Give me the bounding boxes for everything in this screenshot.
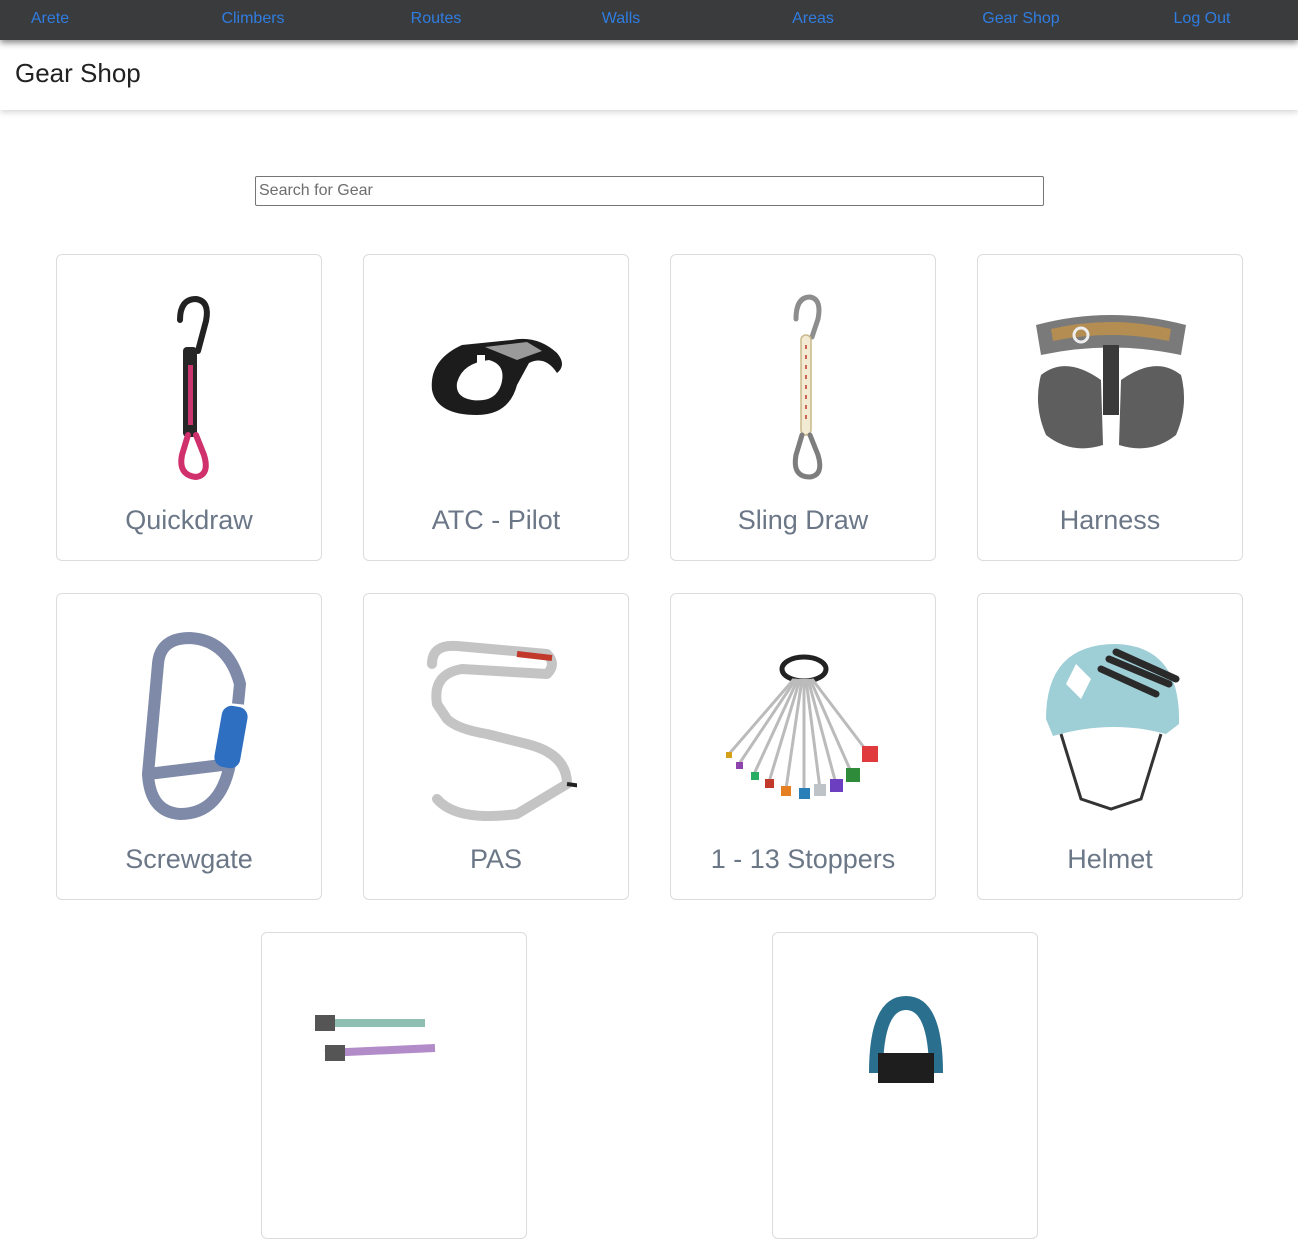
gear-card-harness[interactable]: Harness — [977, 254, 1243, 561]
belay-device-icon — [431, 338, 562, 415]
cams-icon — [315, 1015, 436, 1061]
search-input[interactable] — [255, 176, 1044, 206]
helmet-icon — [1046, 644, 1180, 811]
page-title: Gear Shop — [15, 58, 141, 88]
pas-icon — [427, 640, 577, 822]
gear-card-title: ATC - Pilot — [431, 505, 561, 535]
nav-link-areas[interactable]: Areas — [792, 10, 834, 28]
gear-card-helmet[interactable]: Helmet — [977, 593, 1243, 900]
quickdraw-icon — [177, 295, 210, 481]
nav-link-routes[interactable]: Routes — [411, 10, 462, 28]
nav-link-walls[interactable]: Walls — [602, 10, 641, 28]
sling-draw-icon — [792, 294, 823, 480]
gear-card-title: Sling Draw — [737, 505, 869, 535]
gear-card-title: Harness — [1059, 505, 1161, 535]
gear-card-sling-draw[interactable]: Sling Draw — [670, 254, 936, 561]
gear-card-title: 1 - 13 Stoppers — [710, 844, 896, 874]
nav-link-arete[interactable]: Arete — [31, 10, 69, 28]
gear-card-title: Quickdraw — [125, 505, 253, 535]
harness-icon — [1036, 315, 1186, 449]
nav-link-gear-shop[interactable]: Gear Shop — [982, 10, 1059, 28]
gear-card-title: PAS — [469, 844, 523, 874]
gear-card-title: Screwgate — [125, 844, 253, 874]
gear-card-quickdraw[interactable]: Quickdraw — [56, 254, 322, 561]
nav-link-log-out[interactable]: Log Out — [1174, 10, 1231, 28]
gear-card-rope[interactable] — [772, 932, 1038, 1239]
rope-icon — [869, 995, 943, 1083]
page-header: Gear Shop — [0, 40, 1298, 110]
gear-card-pas[interactable]: PAS — [363, 593, 629, 900]
stoppers-icon — [726, 654, 878, 799]
gear-card-cams[interactable] — [261, 932, 527, 1239]
screwgate-carabiner-icon — [142, 632, 248, 820]
gear-card-atc-pilot[interactable]: ATC - Pilot — [363, 254, 629, 561]
gear-card-stoppers[interactable]: 1 - 13 Stoppers — [670, 593, 936, 900]
gear-card-screwgate[interactable]: Screwgate — [56, 593, 322, 900]
gear-card-title: Helmet — [1067, 844, 1153, 874]
top-nav: Arete Climbers Routes Walls Areas Gear S… — [0, 0, 1298, 40]
nav-link-climbers[interactable]: Climbers — [221, 10, 284, 28]
